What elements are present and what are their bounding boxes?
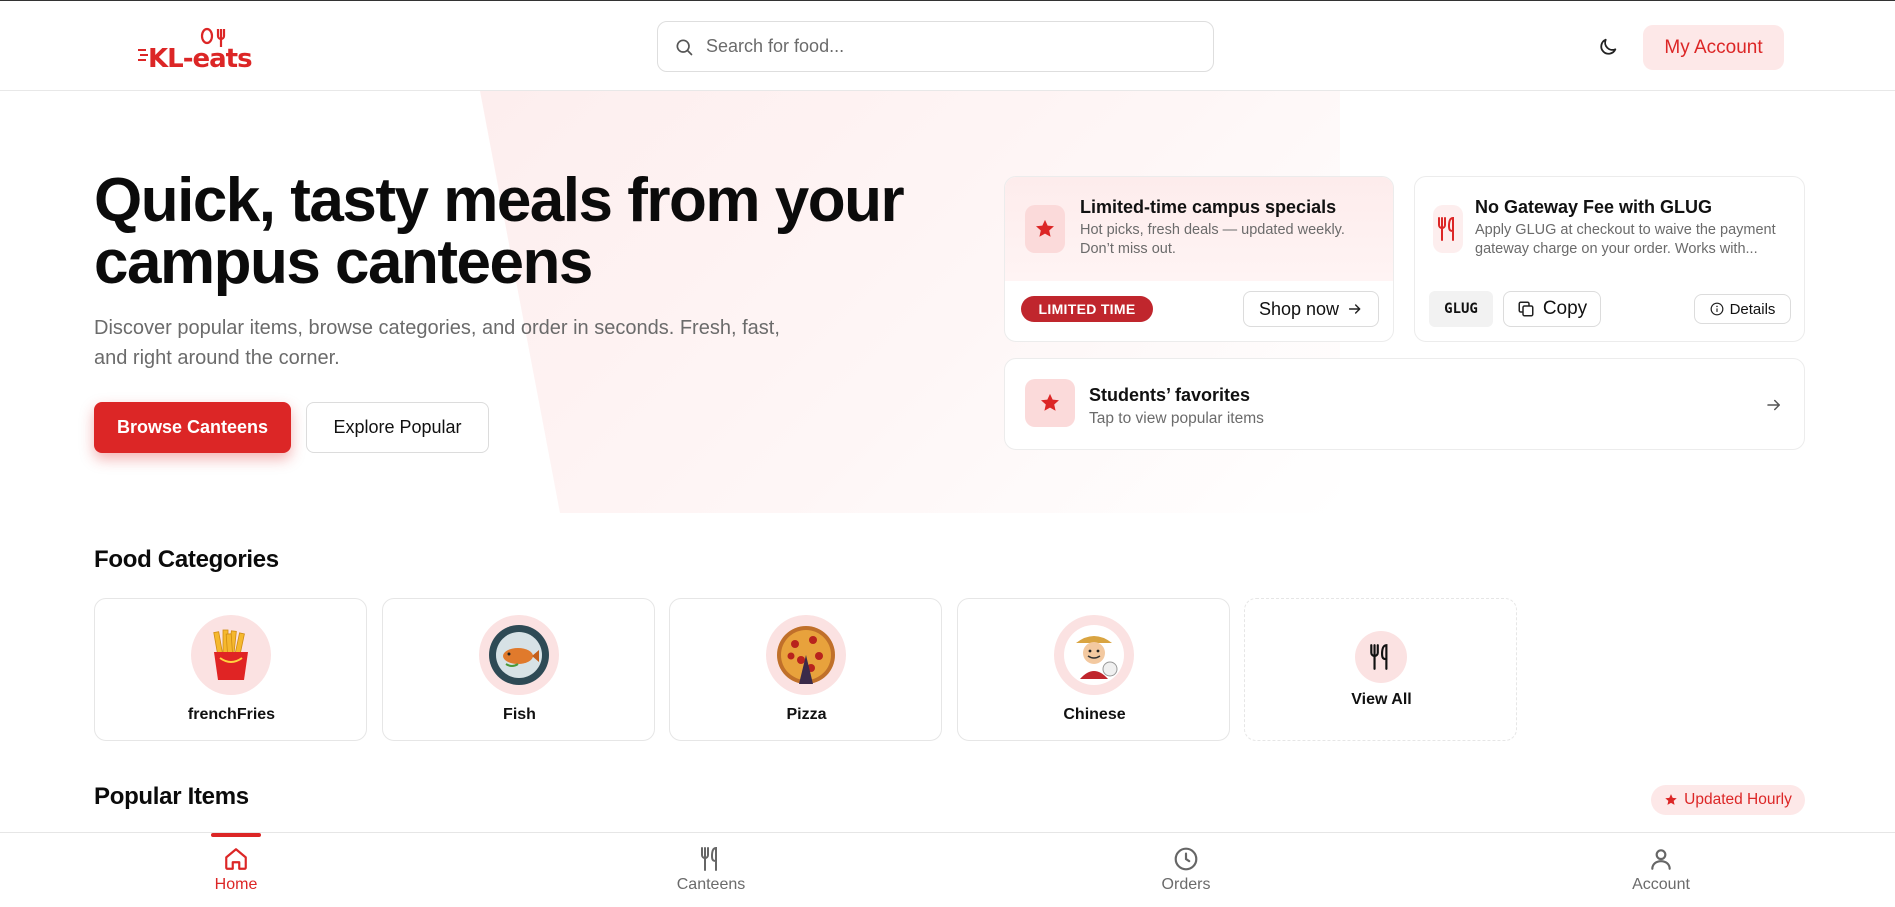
info-icon bbox=[1710, 302, 1723, 316]
moon-icon bbox=[1600, 38, 1617, 55]
star-icon bbox=[1036, 219, 1054, 237]
svg-text:KL-eats: KL-eats bbox=[148, 44, 252, 71]
search-input[interactable] bbox=[706, 36, 1186, 57]
category-card-chinese[interactable]: Chinese bbox=[957, 598, 1230, 741]
category-label: Fish bbox=[503, 706, 536, 723]
nav-canteens-label: Canteens bbox=[676, 876, 746, 893]
glug-title: No Gateway Fee with GLUG bbox=[1475, 197, 1713, 217]
app-header: KL-eats My Account bbox=[0, 1, 1895, 91]
nav-account-label: Account bbox=[1632, 876, 1690, 893]
clock-icon bbox=[1174, 847, 1198, 871]
user-icon bbox=[1651, 849, 1671, 870]
home-icon bbox=[225, 848, 247, 870]
shop-now-button[interactable]: Shop now bbox=[1243, 291, 1379, 327]
browse-canteens-button[interactable]: Browse Canteens bbox=[94, 402, 291, 453]
search-bar[interactable] bbox=[657, 21, 1214, 72]
updated-hourly-badge: Updated Hourly bbox=[1651, 785, 1805, 815]
popular-items-heading: Popular Items bbox=[94, 783, 249, 810]
theme-toggle-button[interactable] bbox=[1594, 33, 1622, 61]
category-card-fish[interactable]: Fish bbox=[382, 598, 655, 741]
copy-icon bbox=[1518, 301, 1534, 317]
chinese-chef-icon bbox=[1064, 625, 1124, 685]
star-icon bbox=[1041, 393, 1059, 411]
students-favorites-card[interactable]: Students’ favorites Tap to view popular … bbox=[1004, 358, 1805, 450]
utensils-icon bbox=[701, 846, 717, 871]
bottom-navigation: Home Canteens Orders Account bbox=[0, 832, 1895, 907]
details-label: Details bbox=[1729, 300, 1776, 318]
arrow-right-icon bbox=[1767, 399, 1780, 411]
nav-account[interactable]: Account bbox=[1591, 833, 1731, 907]
glug-card: No Gateway Fee with GLUG Apply GLUG at c… bbox=[1414, 176, 1805, 342]
category-label: frenchFries bbox=[187, 706, 276, 723]
favorites-subtitle: Tap to view popular items bbox=[1089, 410, 1264, 427]
utensils-icon bbox=[1438, 216, 1454, 241]
specials-title: Limited-time campus specials bbox=[1080, 197, 1337, 217]
favorites-icon-box bbox=[1025, 379, 1075, 427]
arrow-right-icon bbox=[1348, 304, 1361, 314]
hero-title: Quick, tasty meals from your campus cant… bbox=[94, 166, 905, 297]
updated-hourly-label: Updated Hourly bbox=[1684, 791, 1792, 808]
utensils-icon bbox=[1370, 644, 1388, 670]
chinese-image bbox=[1054, 615, 1134, 695]
nav-home-label: Home bbox=[214, 876, 258, 893]
nav-orders-label: Orders bbox=[1161, 876, 1211, 893]
promo-code: GLUG bbox=[1429, 291, 1493, 327]
frenchfries-image bbox=[191, 615, 271, 695]
category-label: Chinese bbox=[1063, 706, 1126, 723]
fish-image bbox=[479, 615, 559, 695]
category-card-frenchfries[interactable]: frenchFries bbox=[94, 598, 367, 741]
logo-icon: KL-eats bbox=[138, 27, 253, 74]
fish-dish-icon bbox=[489, 625, 549, 685]
limited-time-badge: LIMITED TIME bbox=[1021, 296, 1153, 322]
nav-home[interactable]: Home bbox=[166, 833, 306, 907]
specials-card: Limited-time campus specials Hot picks, … bbox=[1004, 176, 1394, 342]
copy-label: Copy bbox=[1542, 298, 1588, 319]
view-all-icon-circle bbox=[1355, 631, 1407, 683]
copy-code-button[interactable]: Copy bbox=[1503, 291, 1601, 327]
glug-description: Apply GLUG at checkout to waive the paym… bbox=[1475, 222, 1776, 257]
details-button[interactable]: Details bbox=[1694, 294, 1791, 324]
brand-logo[interactable]: KL-eats bbox=[138, 25, 268, 74]
star-icon bbox=[1665, 794, 1677, 805]
nav-canteens[interactable]: Canteens bbox=[641, 833, 781, 907]
search-icon bbox=[676, 39, 693, 55]
fries-icon bbox=[213, 629, 248, 680]
specials-description: Hot picks, fresh deals — updated weekly.… bbox=[1080, 222, 1345, 257]
favorites-title: Students’ favorites bbox=[1089, 385, 1251, 405]
category-card-view-all[interactable]: View All bbox=[1244, 598, 1517, 741]
explore-popular-button[interactable]: Explore Popular bbox=[306, 402, 489, 453]
glug-icon-box bbox=[1433, 205, 1463, 253]
hero-subtitle: Discover popular items, browse categorie… bbox=[94, 317, 780, 369]
food-categories-heading: Food Categories bbox=[94, 546, 279, 573]
nav-orders[interactable]: Orders bbox=[1116, 833, 1256, 907]
specials-icon-box bbox=[1025, 205, 1065, 253]
my-account-button[interactable]: My Account bbox=[1643, 25, 1784, 70]
view-all-label: View All bbox=[1351, 691, 1412, 708]
pizza-icon bbox=[777, 626, 835, 684]
shop-now-label: Shop now bbox=[1258, 298, 1340, 319]
pizza-image bbox=[766, 615, 846, 695]
category-label: Pizza bbox=[786, 706, 827, 723]
category-card-pizza[interactable]: Pizza bbox=[669, 598, 942, 741]
